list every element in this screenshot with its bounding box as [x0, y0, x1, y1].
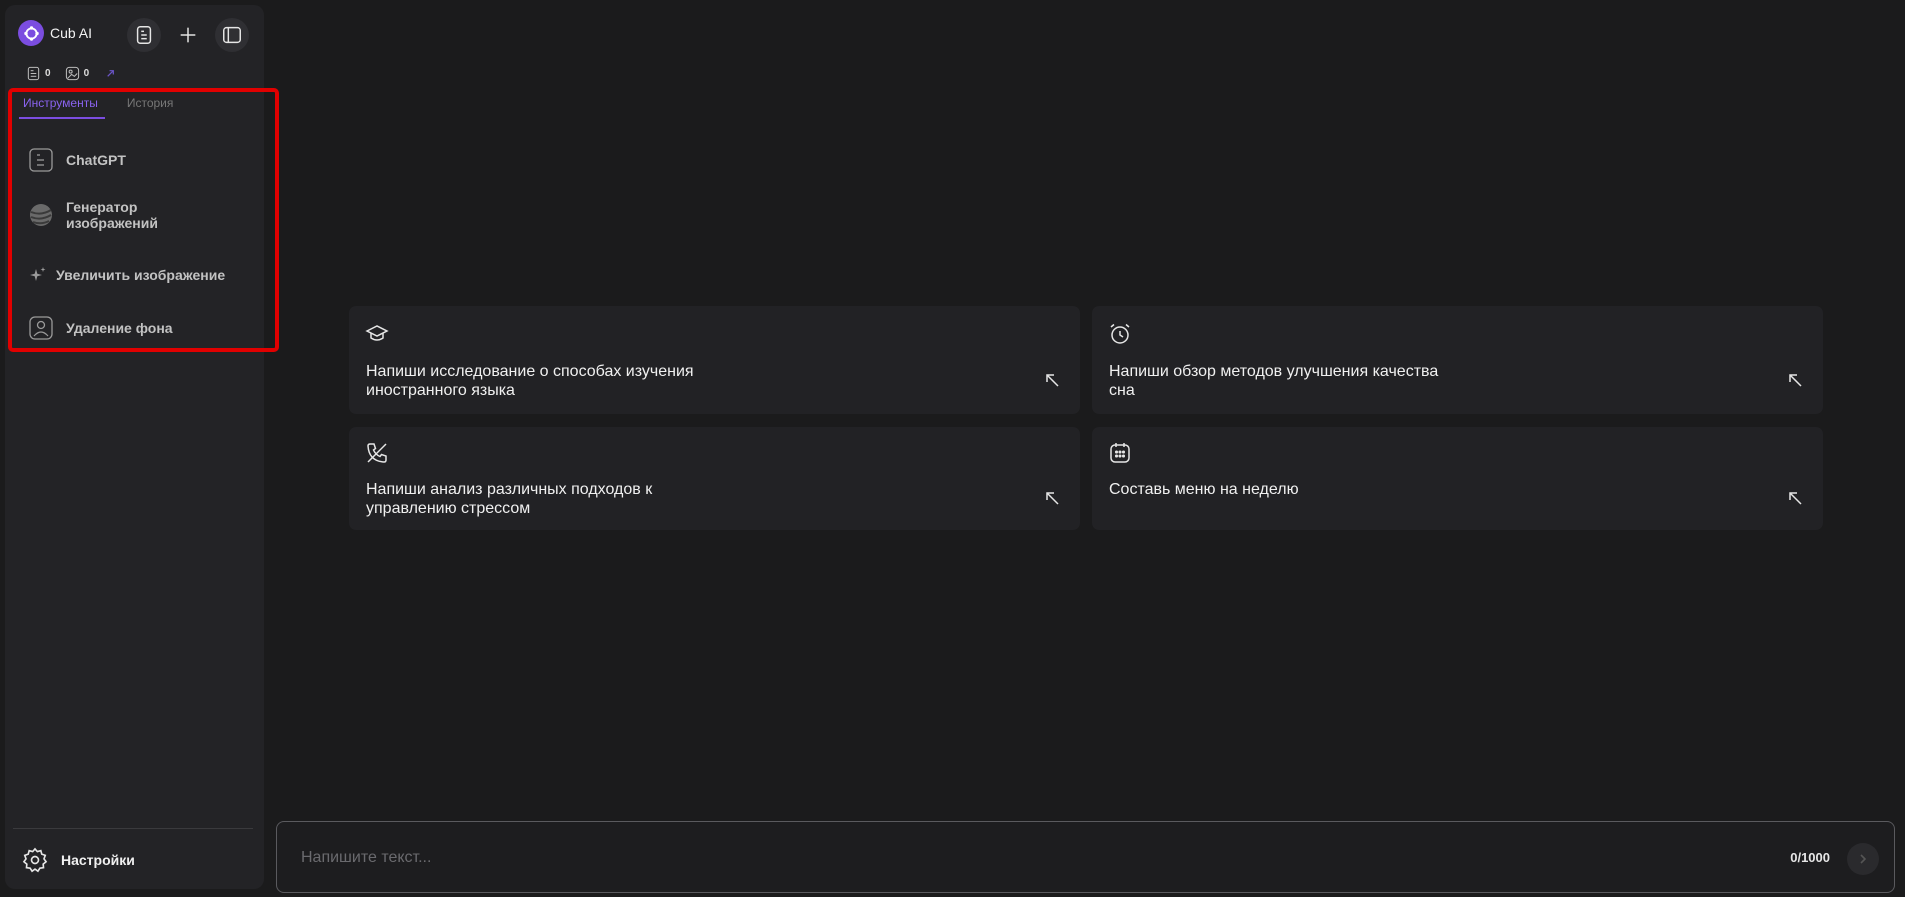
usage-counters: 0 0 [26, 66, 118, 81]
text-counter-value: 0 [45, 68, 51, 79]
chat-document-button[interactable] [127, 18, 161, 52]
sparkle-icon [28, 262, 48, 288]
tool-label: ChatGPT [66, 152, 126, 168]
gear-icon [22, 847, 48, 873]
tool-label: Удаление фона [66, 320, 173, 336]
image-icon [65, 66, 79, 81]
sidebar-tabs: Инструменты История [19, 96, 177, 119]
tool-background-removal[interactable]: Удаление фона [28, 315, 173, 341]
send-button[interactable] [1847, 843, 1879, 875]
sphere-icon [28, 202, 54, 228]
portrait-icon [28, 315, 54, 341]
document-lines-icon [28, 147, 54, 173]
arrow-up-left-icon [1787, 372, 1803, 388]
suggestion-card[interactable]: Напиши обзор методов улучшения качества … [1092, 306, 1823, 414]
tool-label: Увеличить изображение [56, 267, 226, 283]
suggestion-cards: Напиши исследование о способах изучения … [349, 306, 1823, 530]
tool-image-generator[interactable]: Генератор изображений [28, 199, 176, 231]
document-icon [27, 66, 40, 81]
brand-name: Cub AI [50, 25, 93, 41]
sidebar-toolbar [127, 18, 249, 52]
suggestion-card[interactable]: Напиши исследование о способах изучения … [349, 306, 1080, 414]
calendar-icon [1108, 441, 1132, 465]
suggestion-card[interactable]: Составь меню на неделю [1092, 427, 1823, 530]
phone-off-icon [365, 441, 389, 465]
settings-button[interactable]: Настройки [21, 846, 135, 874]
tool-chatgpt[interactable]: ChatGPT [28, 147, 126, 173]
plus-icon [180, 27, 196, 43]
tool-label: Генератор изображений [66, 199, 158, 231]
message-input[interactable] [301, 846, 1701, 870]
image-counter-value: 0 [83, 68, 90, 79]
cub-logo-icon [18, 20, 44, 46]
settings-label: Настройки [61, 852, 135, 868]
new-chat-button[interactable] [171, 18, 205, 52]
suggestion-text: Составь меню на неделю [1109, 481, 1299, 498]
suggestion-card[interactable]: Напиши анализ различных подходов к управ… [349, 427, 1080, 530]
graduation-cap-icon [365, 322, 389, 346]
message-composer: 0/1000 [276, 821, 1895, 893]
suggestion-text: Напиши обзор методов улучшения качества … [1109, 363, 1439, 399]
alarm-clock-icon [1108, 322, 1132, 346]
arrow-up-left-icon [1787, 490, 1803, 506]
arrow-up-left-icon [1044, 372, 1060, 388]
brand[interactable]: Cub AI [18, 20, 92, 46]
chevron-right-icon [1860, 854, 1867, 864]
suggestion-text: Напиши анализ различных подходов к управ… [366, 481, 653, 517]
arrow-up-left-icon [1044, 490, 1060, 506]
toggle-sidebar-button[interactable] [215, 18, 249, 52]
image-counter: 0 [65, 66, 90, 81]
suggestion-text: Напиши исследование о способах изучения … [366, 363, 694, 399]
tab-tools[interactable]: Инструменты [19, 96, 105, 119]
document-lines-icon [136, 26, 152, 44]
tab-history[interactable]: История [123, 96, 178, 119]
sidebar-divider [13, 828, 253, 829]
arrow-up-right-icon [107, 70, 115, 77]
upgrade-link[interactable] [103, 66, 118, 81]
text-counter: 0 [26, 66, 51, 81]
sidebar-panel-icon [223, 26, 241, 44]
char-counter: 0/1000 [1790, 850, 1830, 865]
tool-upscale-image[interactable]: Увеличить изображение [28, 262, 225, 288]
